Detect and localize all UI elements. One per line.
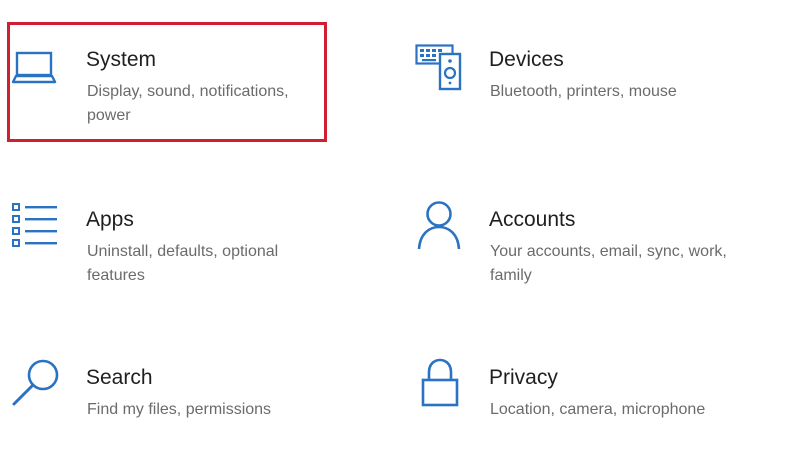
apps-list-icon <box>12 203 64 255</box>
lock-icon <box>421 358 473 410</box>
settings-tile-apps[interactable]: Apps Uninstall, defaults, optional featu… <box>0 160 360 290</box>
tile-description: Display, sound, notifications, power <box>87 83 289 124</box>
search-icon <box>12 358 64 410</box>
tile-title: Apps <box>86 208 134 231</box>
tile-title: Search <box>86 366 153 389</box>
tile-title: System <box>86 48 157 71</box>
tile-title: Privacy <box>489 366 558 389</box>
tile-description: Uninstall, defaults, optional features <box>87 243 279 284</box>
tile-description: Location, camera, microphone <box>490 401 706 418</box>
tile-title: Accounts <box>489 208 576 231</box>
settings-tile-search[interactable]: Search Find my files, permissions <box>0 318 360 448</box>
settings-tile-system[interactable]: System Display, sound, notifications, po… <box>0 0 360 142</box>
tile-title: Devices <box>489 48 564 71</box>
person-icon <box>417 201 469 253</box>
devices-icon <box>415 44 467 96</box>
tile-description: Bluetooth, printers, mouse <box>490 83 677 100</box>
settings-tile-devices[interactable]: Devices Bluetooth, printers, mouse <box>400 0 760 130</box>
tile-description: Your accounts, email, sync, work, family <box>490 243 727 284</box>
laptop-icon <box>11 47 64 99</box>
tile-description: Find my files, permissions <box>87 401 272 418</box>
settings-tile-privacy[interactable]: Privacy Location, camera, microphone <box>400 318 760 448</box>
settings-tile-accounts[interactable]: Accounts Your accounts, email, sync, wor… <box>400 160 760 290</box>
